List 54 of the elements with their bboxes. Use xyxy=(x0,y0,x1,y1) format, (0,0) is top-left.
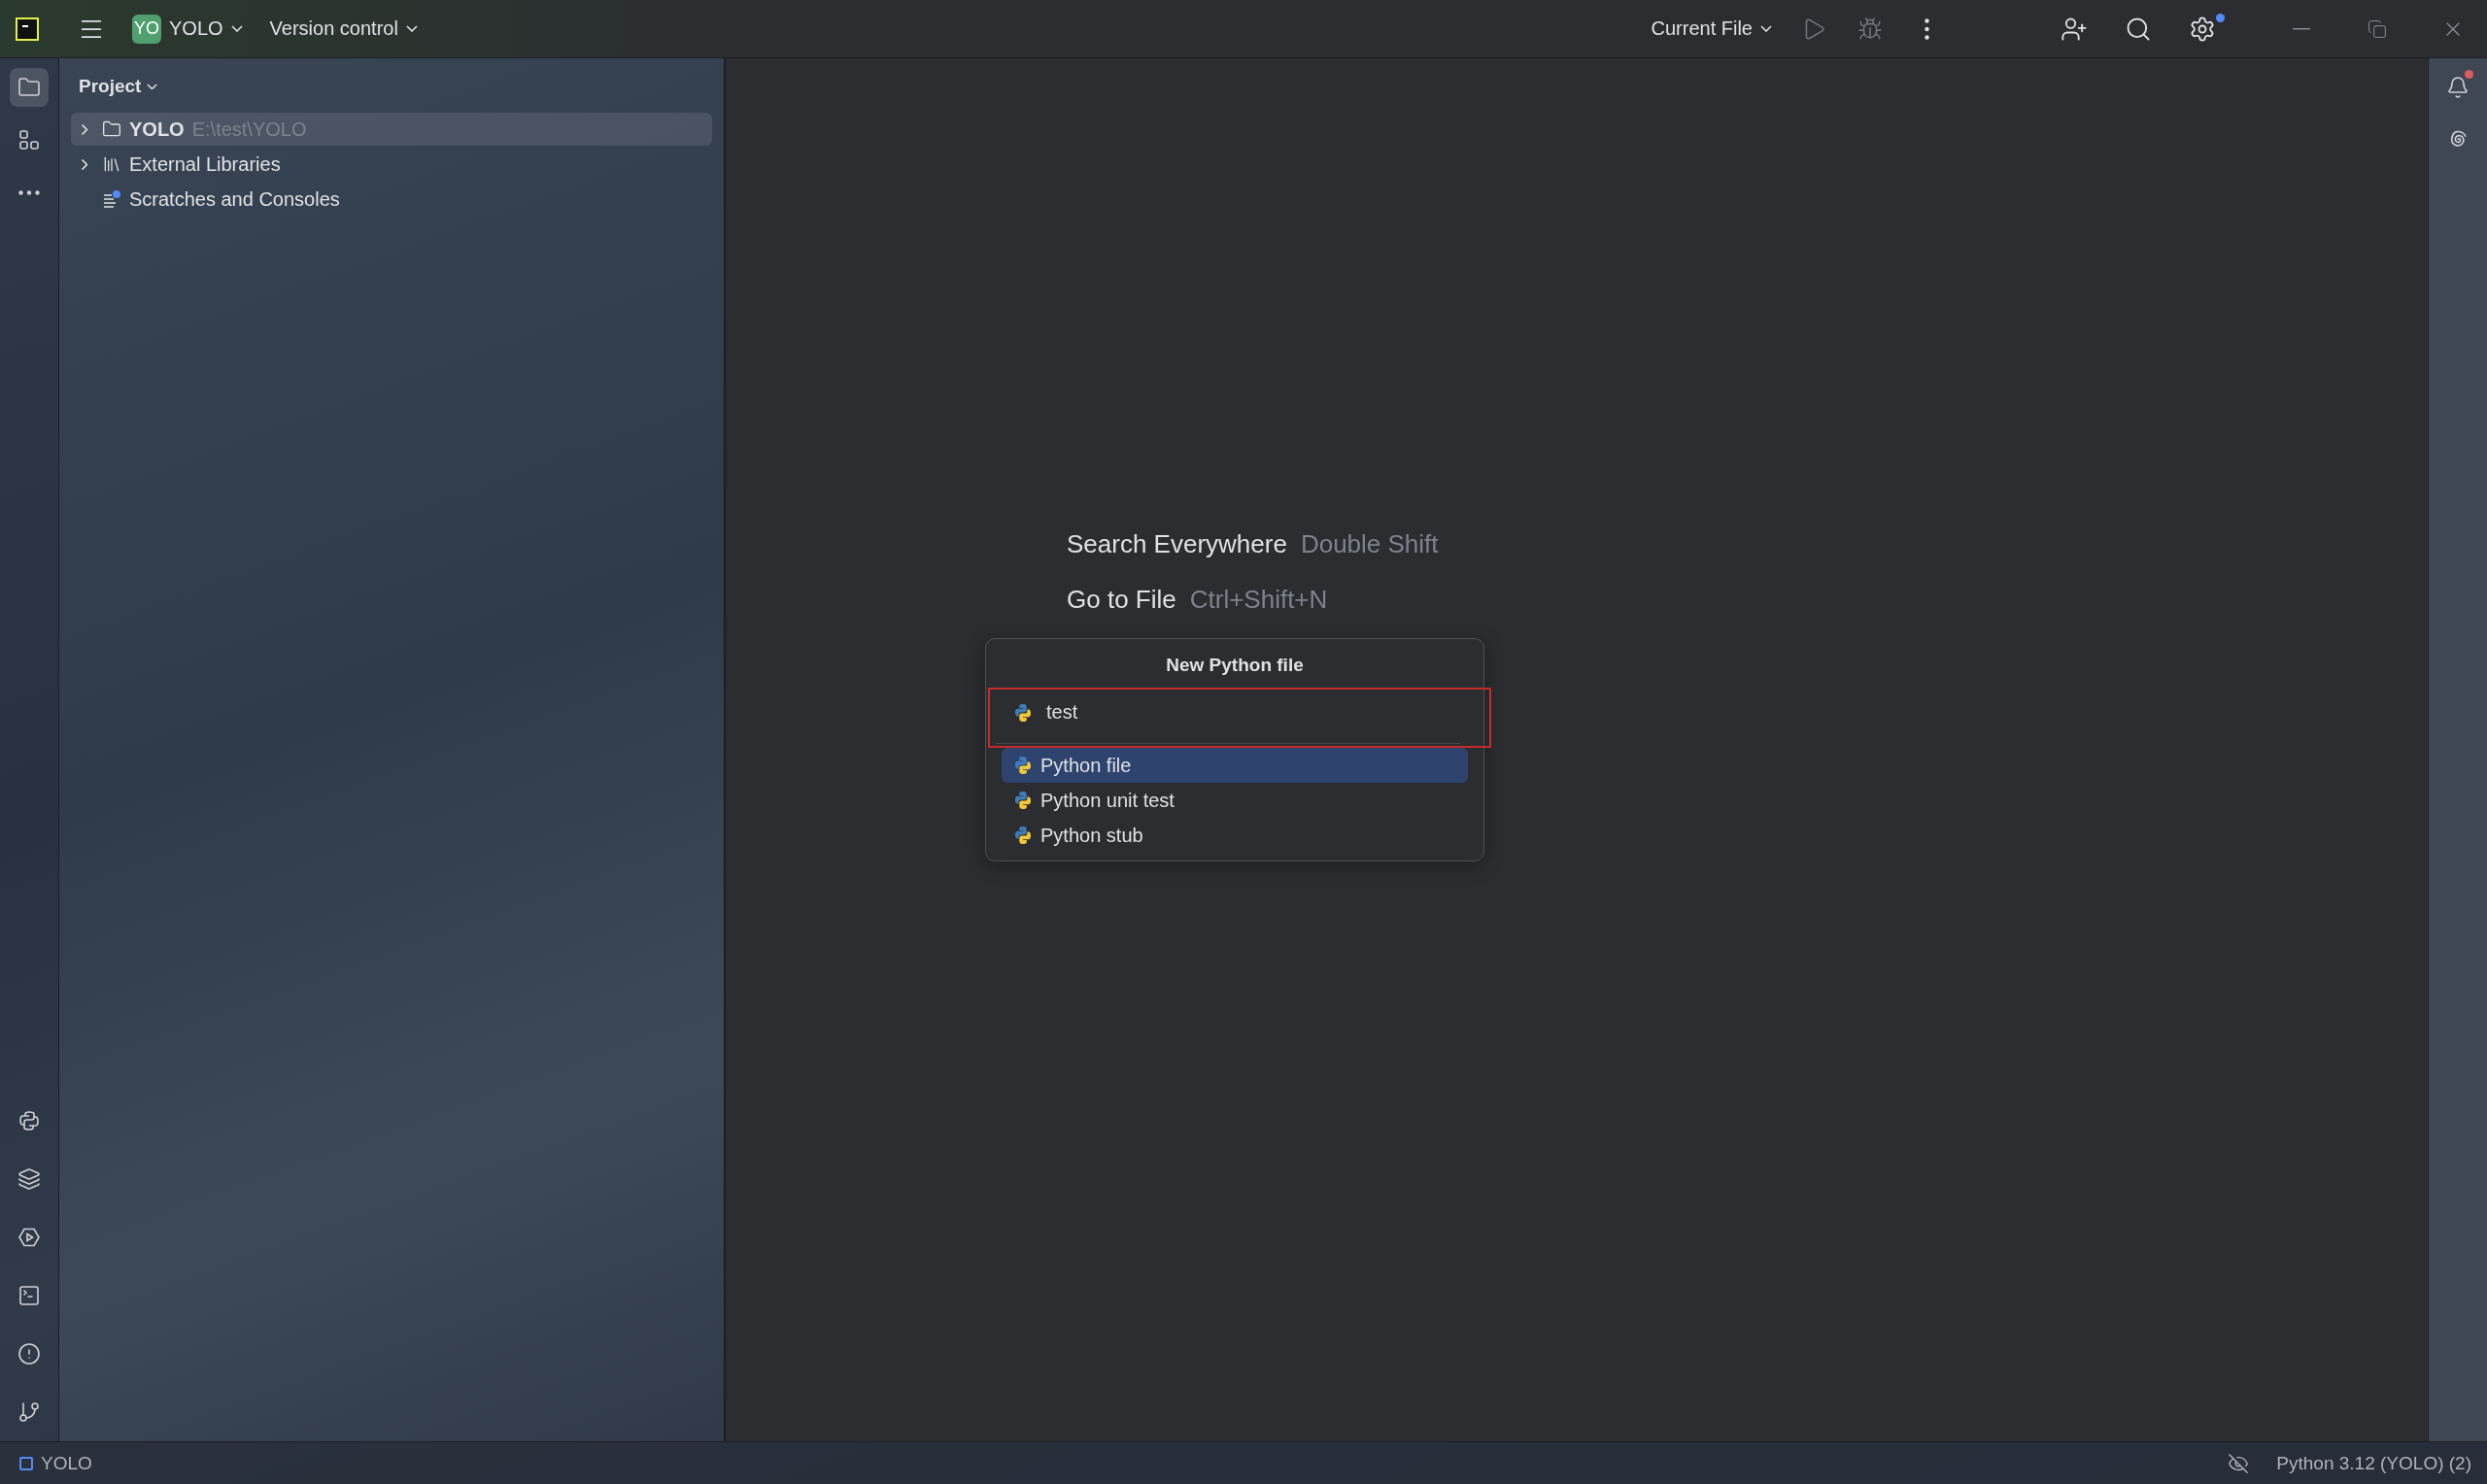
chevron-down-icon xyxy=(230,25,243,32)
settings-icon xyxy=(2189,15,2216,43)
tree-item-label: YOLO xyxy=(129,118,185,141)
restore-icon xyxy=(2368,18,2387,39)
file-type-option[interactable]: Python stub xyxy=(1002,818,1468,853)
terminal-icon xyxy=(17,1284,41,1307)
tree-item[interactable]: External Libraries xyxy=(71,148,712,181)
layers-icon xyxy=(17,1167,41,1191)
run-configuration-menu[interactable]: Current File xyxy=(1641,7,1782,51)
status-project[interactable]: YOLO xyxy=(41,1452,92,1474)
tree-item-label: External Libraries xyxy=(129,152,281,176)
file-type-option[interactable]: Python unit test xyxy=(1002,783,1468,818)
hint-shortcut: Double Shift xyxy=(1300,529,1439,559)
structure-icon xyxy=(17,128,41,152)
scratches-icon xyxy=(102,189,121,209)
alert-icon xyxy=(17,1342,41,1366)
app-logo-icon[interactable] xyxy=(16,17,39,41)
python-logo-icon xyxy=(1013,826,1033,845)
more-icon xyxy=(1924,17,1929,40)
crossed-eye-icon[interactable] xyxy=(2228,1452,2250,1474)
python-outline-icon xyxy=(17,1109,41,1132)
popup-title: New Python file xyxy=(1165,655,1305,676)
project-badge: YO xyxy=(132,14,161,44)
tool-window-button[interactable] xyxy=(10,68,49,107)
more-icon xyxy=(18,189,40,195)
bug-icon xyxy=(1857,16,1883,42)
python-logo-icon xyxy=(1013,702,1033,723)
interpreter-selector[interactable]: Python 3.12 (YOLO) (2) xyxy=(2276,1452,2471,1474)
python-logo-icon xyxy=(1013,756,1033,775)
minimize-icon xyxy=(2293,27,2310,30)
chevron-right-icon[interactable] xyxy=(81,158,88,170)
hint-shortcut: Ctrl+Shift+N xyxy=(1189,585,1328,615)
python-logo-icon xyxy=(1013,791,1033,810)
tree-item[interactable]: Scratches and Consoles xyxy=(71,183,712,216)
version-control-menu[interactable]: Version control xyxy=(259,7,427,51)
file-name-field[interactable]: test xyxy=(988,688,1491,748)
branch-icon xyxy=(17,1400,41,1424)
folder-icon xyxy=(17,76,41,99)
chevron-down-icon xyxy=(1760,25,1772,32)
folder-icon xyxy=(102,119,121,139)
hint-action: Search Everywhere xyxy=(1067,529,1287,559)
file-name-input[interactable]: test xyxy=(1044,700,1437,725)
project-switcher[interactable]: YO YOLO xyxy=(122,7,253,51)
tree-item-label: Scratches and Consoles xyxy=(129,187,340,211)
library-icon xyxy=(102,154,121,174)
chevron-down-icon xyxy=(405,25,418,32)
chevron-right-icon[interactable] xyxy=(81,123,88,135)
bell-icon xyxy=(2446,76,2470,99)
chevron-down-icon xyxy=(147,83,158,90)
hint-action: Go to File xyxy=(1067,585,1176,615)
play-hexagon-icon xyxy=(17,1226,41,1249)
project-square-icon xyxy=(19,1456,33,1470)
project-view-title[interactable]: Project xyxy=(71,72,166,101)
file-type-option[interactable]: Python file xyxy=(1002,748,1468,783)
